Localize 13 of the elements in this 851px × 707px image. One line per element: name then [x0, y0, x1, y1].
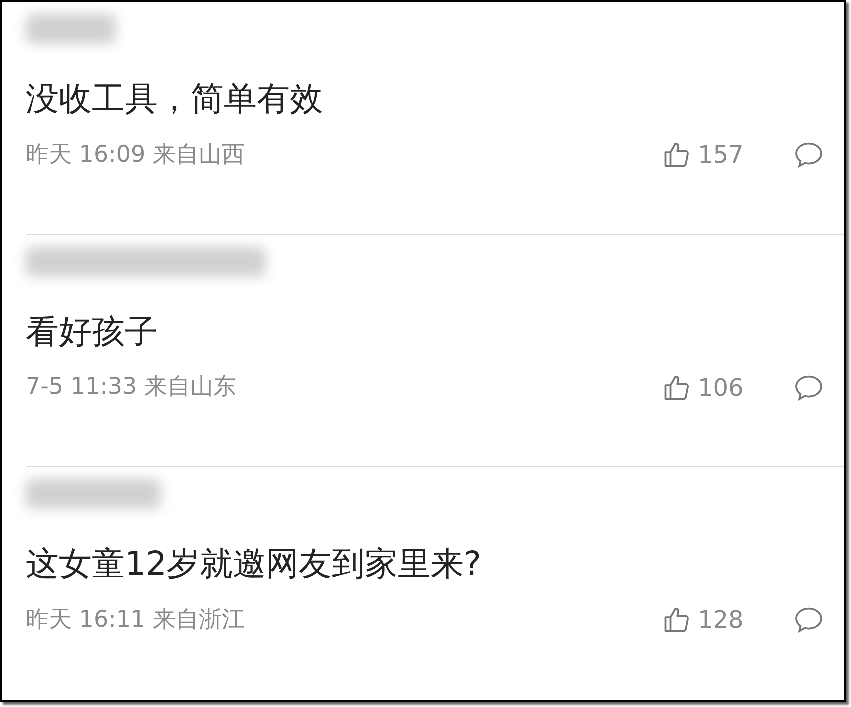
comment-text: 这女童12岁就邀网友到家里来?	[26, 543, 483, 586]
comment-meta: 7-5 11:33 来自山东	[26, 373, 236, 402]
comment-icon[interactable]	[794, 374, 824, 402]
comment-icon[interactable]	[794, 606, 824, 634]
comment-icon[interactable]	[794, 141, 824, 169]
like-count: 128	[698, 605, 745, 636]
comment-text: 看好孩子	[26, 310, 159, 353]
like-count: 106	[698, 372, 745, 404]
comment-meta: 昨天 16:11 来自浙江	[26, 606, 245, 636]
comment-meta: 昨天 16:09 来自山西	[26, 140, 245, 170]
like-count: 157	[698, 140, 745, 171]
comment-text: 没收工具，简单有效	[26, 78, 324, 120]
thumbs-up-icon[interactable]	[662, 140, 692, 170]
